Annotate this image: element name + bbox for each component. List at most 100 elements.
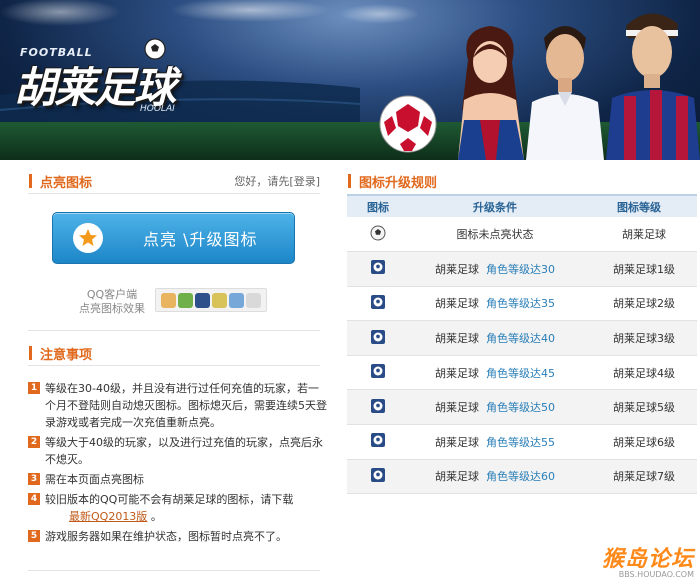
condition-level: 角色等级达55 — [486, 435, 555, 449]
row-condition: 胡莱足球 角色等级达50 — [409, 389, 581, 426]
star-icon — [73, 223, 103, 253]
header-banner: FOOTBALL 胡莱足球 HOOLAI — [0, 0, 700, 160]
condition-text: 胡莱足球 — [435, 401, 479, 415]
qq-status-icons — [155, 288, 267, 312]
condition-level: 角色等级达35 — [486, 297, 555, 311]
row-level: 胡莱足球5级 — [581, 389, 697, 426]
level-badge-icon — [371, 294, 385, 309]
level-badge-icon — [371, 260, 385, 275]
forum-watermark: 猴岛论坛 BBS.HOUDAO.COM — [602, 541, 694, 579]
header-level: 图标等级 — [581, 194, 697, 217]
row-icon-cell — [347, 251, 409, 287]
player-figure-striped — [606, 13, 700, 160]
row-icon-cell — [347, 389, 409, 426]
table-row: 胡莱足球 角色等级达60 胡莱足球7级 — [347, 459, 697, 495]
row-condition: 胡莱足球 角色等级达45 — [409, 355, 581, 391]
note-text: 等级在30-40级，并且没有进行过任何充值的玩家，若一个月不登陆则自动熄灭图标。… — [45, 382, 327, 429]
qq-app-icon — [178, 292, 193, 308]
condition-level: 角色等级达60 — [486, 470, 555, 484]
list-item: 3 需在本页面点亮图标 — [28, 471, 328, 488]
table-row: 胡莱足球 角色等级达35 胡莱足球2级 — [347, 286, 697, 322]
divider — [28, 570, 320, 571]
qq-app-icon — [212, 292, 227, 308]
level-badge-icon — [371, 433, 385, 448]
condition-level: 角色等级达50 — [486, 401, 555, 415]
row-condition: 胡莱足球 角色等级达55 — [409, 424, 581, 460]
list-item: 2 等级大于40级的玩家，以及进行过充值的玩家，点亮后永不熄灭。 — [28, 434, 328, 468]
row-condition: 胡莱足球 角色等级达30 — [409, 251, 581, 287]
note-text: 游戏服务器如果在维护状态，图标暂时点亮不了。 — [45, 530, 287, 543]
condition-text: 胡莱足球 — [435, 262, 479, 276]
row-icon-cell — [347, 355, 409, 391]
note-number: 5 — [28, 530, 40, 542]
rules-section-title: 图标升级规则 — [359, 176, 438, 191]
level-badge-icon — [371, 364, 385, 379]
row-icon-cell — [347, 320, 409, 356]
download-qq-link[interactable]: 最新QQ2013版 — [69, 508, 147, 525]
section-marker — [348, 174, 351, 188]
level-badge-icon — [371, 329, 385, 344]
row-level: 胡莱足球2级 — [581, 286, 697, 322]
note-number: 4 — [28, 493, 40, 505]
notes-list: 1 等级在30-40级，并且没有进行过任何充值的玩家，若一个月不登陆则自动熄灭图… — [28, 380, 328, 548]
row-condition: 胡莱足球 角色等级达35 — [409, 286, 581, 322]
soccer-ball-icon — [370, 225, 386, 241]
row-condition: 胡莱足球 角色等级达40 — [409, 320, 581, 356]
row-level: 胡莱足球1级 — [581, 251, 697, 287]
condition-text: 图标未点亮状态 — [456, 228, 534, 242]
condition-text: 胡莱足球 — [435, 435, 479, 449]
condition-text: 胡莱足球 — [435, 366, 479, 380]
header-icon: 图标 — [347, 194, 409, 217]
row-level: 胡莱足球7级 — [581, 459, 697, 495]
note-number: 2 — [28, 436, 40, 448]
note-text-with-link: 较旧版本的QQ可能不会有胡莱足球的图标，请下载 最新QQ2013版 。 — [45, 491, 293, 525]
light-button-label: 点亮 \升级图标 — [143, 230, 258, 249]
note-suffix: 。 — [150, 510, 162, 523]
row-level: 胡莱足球3级 — [581, 320, 697, 356]
condition-text: 胡莱足球 — [435, 297, 479, 311]
qq-client-effect-label: QQ客户端 点亮图标效果 — [62, 288, 162, 316]
light-upgrade-icon-button[interactable]: 点亮 \升级图标 — [52, 212, 295, 264]
note-text: 较旧版本的QQ可能不会有胡莱足球的图标，请下载 — [45, 493, 294, 506]
table-row: 胡莱足球 角色等级达45 胡莱足球4级 — [347, 355, 697, 391]
list-item: 4 较旧版本的QQ可能不会有胡莱足球的图标，请下载 最新QQ2013版 。 — [28, 491, 328, 525]
condition-text: 胡莱足球 — [435, 332, 479, 346]
banner-soccer-ball-icon — [379, 95, 437, 153]
logo-soccer-ball-icon — [144, 38, 166, 60]
notes-section-title: 注意事项 — [40, 348, 93, 363]
table-header-row: 图标 升级条件 图标等级 — [347, 194, 697, 217]
note-text: 等级大于40级的玩家，以及进行过充值的玩家，点亮后永不熄灭。 — [45, 436, 323, 466]
table-row: 胡莱足球 角色等级达50 胡莱足球5级 — [347, 389, 697, 426]
list-item: 5 游戏服务器如果在维护状态，图标暂时点亮不了。 — [28, 528, 328, 545]
table-row: 图标未点亮状态 胡莱足球 — [347, 217, 697, 253]
table-row: 胡莱足球 角色等级达55 胡莱足球6级 — [347, 424, 697, 460]
table-row: 胡莱足球 角色等级达30 胡莱足球1级 — [347, 251, 697, 287]
row-icon-cell — [347, 424, 409, 460]
qq-label-line2: 点亮图标效果 — [79, 302, 145, 315]
section-marker — [29, 174, 32, 188]
watermark-text: 猴岛论坛 — [601, 547, 694, 572]
header-condition: 升级条件 — [409, 194, 581, 217]
note-text: 需在本页面点亮图标 — [45, 473, 144, 486]
condition-level: 角色等级达30 — [486, 262, 555, 276]
login-hint-text: 您好，请先 — [234, 175, 290, 188]
note-number: 1 — [28, 382, 40, 394]
note-number: 3 — [28, 473, 40, 485]
row-icon-cell — [347, 217, 409, 253]
row-level: 胡莱足球 — [581, 217, 697, 253]
divider — [28, 330, 320, 331]
soccer-ball-icon — [195, 292, 210, 308]
upgrade-rules-table: 图标 升级条件 图标等级 图标未点亮状态 胡莱足球 胡莱足球 角色等级达30 胡… — [347, 194, 697, 495]
divider — [28, 193, 320, 194]
condition-text: 胡莱足球 — [435, 470, 479, 484]
row-level: 胡莱足球6级 — [581, 424, 697, 460]
row-condition: 胡莱足球 角色等级达60 — [409, 459, 581, 495]
qq-label-line1: QQ客户端 — [86, 288, 138, 301]
player-figure-white — [526, 26, 604, 160]
row-icon-cell — [347, 459, 409, 495]
login-link[interactable]: [登录] — [289, 175, 320, 188]
light-icon-section-title: 点亮图标 — [40, 176, 93, 191]
table-row: 胡莱足球 角色等级达40 胡莱足球3级 — [347, 320, 697, 356]
row-level: 胡莱足球4级 — [581, 355, 697, 391]
list-item: 1 等级在30-40级，并且没有进行过任何充值的玩家，若一个月不登陆则自动熄灭图… — [28, 380, 328, 431]
